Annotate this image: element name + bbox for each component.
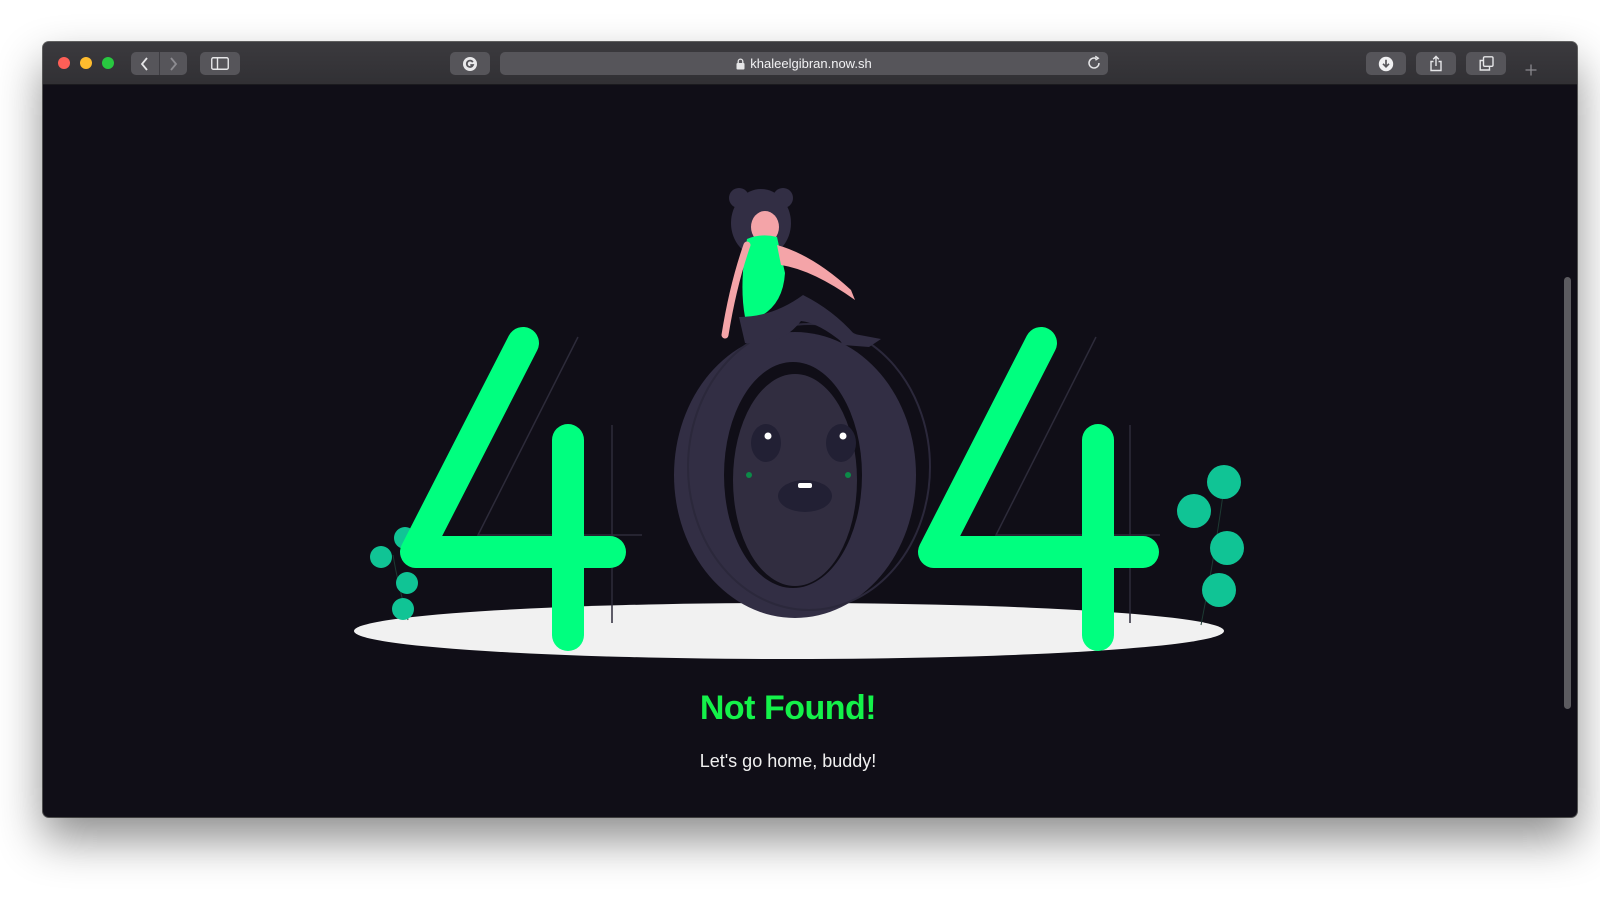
reload-icon[interactable] <box>1086 55 1102 71</box>
vertical-scrollbar[interactable] <box>1564 277 1571 709</box>
right-four-icon <box>918 327 1160 651</box>
url-text: khaleelgibran.now.sh <box>750 56 872 71</box>
lock-icon <box>736 57 745 69</box>
zero-face-icon <box>674 323 931 618</box>
plus-icon <box>1525 64 1537 76</box>
download-icon <box>1378 56 1394 71</box>
browser-window: khaleelgibran.now.sh Not Found! Let's go… <box>43 42 1577 817</box>
browser-toolbar: khaleelgibran.now.sh <box>43 42 1577 85</box>
sitting-woman-icon <box>721 188 881 347</box>
grammarly-icon <box>463 56 477 71</box>
sidebar-icon <box>211 57 229 70</box>
error-headline: Not Found! <box>699 689 877 727</box>
new-tab-button[interactable] <box>1519 56 1543 84</box>
forward-button[interactable] <box>158 52 188 75</box>
close-window-button[interactable] <box>58 57 70 69</box>
left-four-icon <box>400 327 642 651</box>
minimize-window-button[interactable] <box>80 57 92 69</box>
tabs-icon <box>1479 56 1494 71</box>
right-plant-icon <box>1177 465 1244 626</box>
navigation-buttons <box>131 52 187 75</box>
downloads-button[interactable] <box>1366 52 1406 75</box>
share-button[interactable] <box>1416 52 1456 75</box>
page-content: Not Found! Let's go home, buddy! <box>43 85 1577 817</box>
404-illustration <box>354 188 1244 659</box>
sidebar-toggle-button[interactable] <box>200 52 240 75</box>
maximize-window-button[interactable] <box>102 57 114 69</box>
address-bar[interactable]: khaleelgibran.now.sh <box>500 52 1108 75</box>
back-button[interactable] <box>131 52 159 75</box>
chevron-right-icon <box>170 56 178 71</box>
url-container: khaleelgibran.now.sh <box>500 52 1108 75</box>
chevron-left-icon <box>140 56 148 71</box>
share-icon <box>1430 55 1442 72</box>
show-tabs-button[interactable] <box>1466 52 1506 75</box>
grammarly-extension-button[interactable] <box>450 52 490 75</box>
go-home-message[interactable]: Let's go home, buddy! <box>43 751 1533 772</box>
